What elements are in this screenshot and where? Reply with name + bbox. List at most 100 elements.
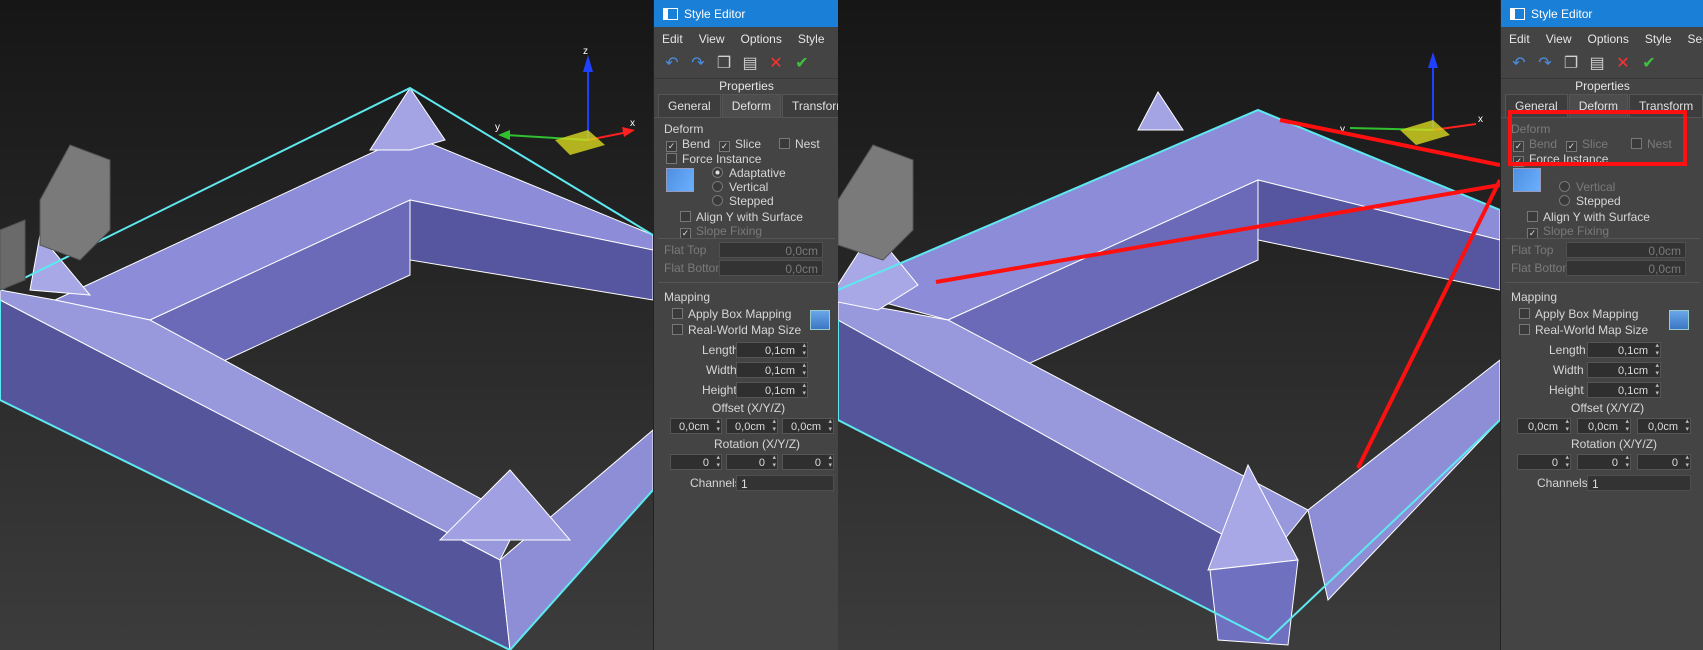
delete-icon[interactable]: ✕ [1613,54,1633,74]
length-stepper[interactable]: 0,1cm [1587,342,1661,358]
tab-bar: General Deform Transform [654,94,838,118]
channels-label: Channels [690,476,741,490]
map-preview-icon [810,310,830,330]
transform-gizmo[interactable] [498,55,635,155]
menu-edit[interactable]: Edit [1501,32,1538,46]
align-y-checkbox[interactable]: Align Y with Surface [680,210,803,224]
menu-style[interactable]: Style [790,32,833,46]
rotation-x-stepper[interactable]: 0 [1517,454,1571,470]
slope-fixing-checkbox[interactable]: ✓ Slope Fixing [680,224,762,239]
menu-view[interactable]: View [1538,32,1580,46]
title-bar[interactable]: Style Editor [1501,0,1703,27]
apply-box-mapping-checkbox[interactable]: Apply Box Mapping [672,307,791,321]
channels-field[interactable]: 1 [1587,475,1691,491]
height-stepper[interactable]: 0,1cm [1587,382,1661,398]
flat-bottom-label: Flat Bottom [1511,261,1573,275]
tab-general[interactable]: General [658,94,721,117]
stepped-radio[interactable]: Stepped [1559,194,1621,208]
vertical-radio[interactable]: Vertical [712,180,768,194]
tab-deform[interactable]: Deform [721,94,782,117]
menu-bar: Edit View Options Style [654,27,838,50]
flat-bottom-field[interactable]: 0,0cm [1566,260,1686,276]
copy-icon[interactable]: ❐ [1561,54,1581,74]
real-world-map-checkbox[interactable]: Real-World Map Size [672,323,801,337]
height-label: Height [702,383,737,397]
delete-icon[interactable]: ✕ [766,54,786,74]
flat-top-field[interactable]: 0,0cm [719,242,823,258]
tab-transform[interactable]: Transform [782,94,838,117]
menu-view[interactable]: View [691,32,733,46]
slope-fixing-checkbox[interactable]: ✓ Slope Fixing [1527,224,1609,239]
force-instance-checkbox[interactable]: Force Instance [666,152,761,166]
rotation-z-stepper[interactable]: 0 [1637,454,1691,470]
rotation-y-stepper[interactable]: 0 [726,454,778,470]
undo-icon[interactable]: ↶ [662,54,682,74]
vertical-radio[interactable]: Vertical [1559,180,1615,194]
length-stepper[interactable]: 0,1cm [736,342,808,358]
mapping-group-label: Mapping [664,290,711,304]
rotation-z-stepper[interactable]: 0 [782,454,834,470]
wall-mesh: z y x [0,46,653,650]
flat-bottom-label: Flat Bottom [664,261,726,275]
stepped-radio[interactable]: Stepped [712,194,774,208]
menu-options[interactable]: Options [1579,32,1636,46]
deform-group-label: Deform [664,122,704,136]
flat-bottom-field[interactable]: 0,0cm [719,260,823,276]
rotation-label: Rotation (X/Y/Z) [714,437,801,451]
redo-icon[interactable]: ↷ [1535,54,1555,74]
window-title: Style Editor [1531,6,1593,21]
properties-header: Properties [719,79,774,93]
offset-z-stepper[interactable]: 0,0cm [782,418,834,434]
gizmo-z-label: z [583,46,588,57]
paste-icon[interactable]: ▤ [740,54,760,74]
real-world-map-checkbox[interactable]: Real-World Map Size [1519,323,1648,337]
offset-label: Offset (X/Y/Z) [712,401,786,415]
window-title: Style Editor [684,6,746,21]
style-editor-window: Style Editor Edit View Options Style Seg… [1500,0,1703,650]
offset-y-stepper[interactable]: 0,0cm [726,418,778,434]
apply-box-mapping-checkbox[interactable]: Apply Box Mapping [1519,307,1638,321]
undo-icon[interactable]: ↶ [1509,54,1529,74]
copy-icon[interactable]: ❐ [714,54,734,74]
slice-checkbox[interactable]: ✓ Slice [719,137,761,152]
offset-x-stepper[interactable]: 0,0cm [670,418,722,434]
height-stepper[interactable]: 0,1cm [736,382,808,398]
bend-checkbox[interactable]: ✓ Bend [666,137,710,152]
apply-icon[interactable]: ✔ [792,54,812,74]
gizmo-x-label: x [1478,114,1483,125]
apply-icon[interactable]: ✔ [1639,54,1659,74]
viewport-3d[interactable]: y x [838,0,1500,650]
map-preview-icon [1669,310,1689,330]
rotation-x-stepper[interactable]: 0 [670,454,722,470]
offset-y-stepper[interactable]: 0,0cm [1577,418,1631,434]
rotation-y-stepper[interactable]: 0 [1577,454,1631,470]
menu-options[interactable]: Options [732,32,789,46]
offset-z-stepper[interactable]: 0,0cm [1637,418,1691,434]
wall-mesh: y x [838,52,1500,646]
window-icon [1510,7,1525,20]
rotation-label: Rotation (X/Y/Z) [1571,437,1658,451]
channels-field[interactable]: 1 [736,475,834,491]
height-label: Height [1549,383,1584,397]
toolbar: ↶ ↷ ❐ ▤ ✕ ✔ [1501,50,1703,79]
align-y-checkbox[interactable]: Align Y with Surface [1527,210,1650,224]
redo-icon[interactable]: ↷ [688,54,708,74]
deform-preview-icon [1513,168,1541,192]
adaptative-radio[interactable]: Adaptative [712,166,786,180]
title-bar[interactable]: Style Editor [654,0,838,27]
flat-top-field[interactable]: 0,0cm [1566,242,1686,258]
properties-header: Properties [1575,79,1630,93]
nest-checkbox[interactable]: Nest [779,137,820,151]
menu-style[interactable]: Style [1637,32,1680,46]
transform-gizmo[interactable] [1349,52,1477,145]
paste-icon[interactable]: ▤ [1587,54,1607,74]
width-label: Width [706,363,737,377]
menu-edit[interactable]: Edit [654,32,691,46]
width-stepper[interactable]: 0,1cm [736,362,808,378]
gizmo-y-label: y [495,122,500,133]
viewport-3d[interactable]: z y x [0,0,653,650]
menu-seg[interactable]: Seg [1680,32,1703,46]
offset-label: Offset (X/Y/Z) [1571,401,1645,415]
width-stepper[interactable]: 0,1cm [1587,362,1661,378]
offset-x-stepper[interactable]: 0,0cm [1517,418,1571,434]
